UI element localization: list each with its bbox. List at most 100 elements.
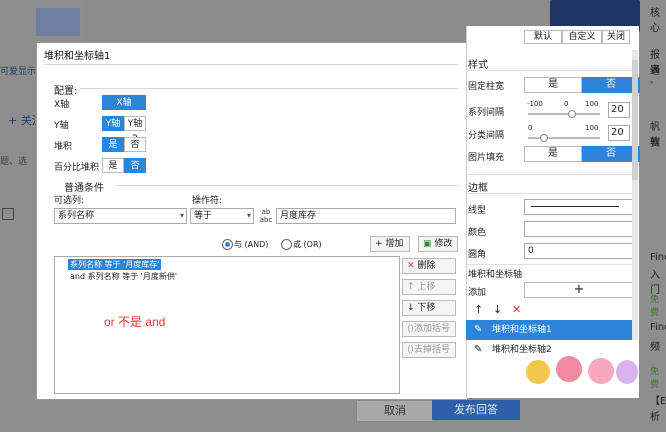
background-text: 析 [650,412,660,423]
percent-yes-option[interactable]: 是 [102,158,124,173]
background-text: 免费 [650,295,660,318]
axis-item-label: 堆积和坐标轴2 [492,345,552,355]
formula-icon[interactable]: ab abc [258,208,274,224]
operator-select-value: 等于 [194,211,213,221]
edit-condition-label: 修改 [434,239,453,249]
stack-no-option[interactable]: 否 [124,137,146,152]
image-fill-label: 图片填充 [468,153,505,163]
and-radio[interactable] [222,239,233,250]
stack-axis-section-title: 堆积和坐标轴 [468,270,523,280]
selectable-columns-label: 可选列: [54,196,85,206]
delete-label: 删除 [417,261,436,271]
background-text: 通 - [650,66,660,88]
image-icon[interactable] [2,208,14,220]
background-text: 题、选 [0,157,28,167]
slider-min-label: 0 [528,124,533,132]
y-axis-option[interactable]: Y轴 [102,116,124,131]
category-gap-input[interactable]: 20 [608,125,630,141]
divider [80,88,458,89]
mascot-icon [588,358,614,384]
remove-bracket-button[interactable]: ⟨⟩去掉括号 [402,342,456,358]
background-thumbnail [36,8,80,36]
add-bracket-button[interactable]: ⟨⟩添加括号 [402,321,456,337]
stack-label: 堆积 [54,142,73,152]
submit-answer-button[interactable]: 发布回答 [432,400,520,420]
close-icon: ✕ [407,261,418,271]
slider-mid-label: 0 [564,100,569,108]
divider [44,64,458,65]
operator-select[interactable]: 等于 ▾ [190,208,254,224]
line-type-label: 线型 [468,206,487,216]
background-text: 【E [650,396,666,407]
fixed-width-yes[interactable]: 是 [524,77,582,93]
image-fill-yes[interactable]: 是 [524,146,582,162]
background-link[interactable]: 可爱显示 [0,64,36,77]
add-axis-button[interactable]: + [524,282,634,298]
percent-stack-label: 百分比堆积 [54,163,100,173]
condition-value-input[interactable]: 月度库存 [276,208,456,224]
x-axis-select[interactable]: X轴 [102,95,146,110]
divider [466,174,638,175]
y-axis2-option[interactable]: Y轴2 [124,116,146,144]
axis-item-1[interactable]: ✎ 堆积和坐标轴1 [466,320,634,340]
stack-yes-option[interactable]: 是 [102,137,124,152]
add-condition-label: 增加 [385,239,404,249]
border-section-title: 边框 [468,183,488,194]
background-text: 频 [650,342,660,353]
add-bracket-label: 添加括号 [414,324,451,334]
chevron-down-icon: ▾ [179,211,184,220]
background-text: 核心 [650,8,660,34]
line-type-select[interactable] [524,199,634,215]
arrow-down-icon: ↓ [407,303,418,313]
close-icon[interactable]: ✕ [512,303,521,316]
background-text: 赛 [650,138,660,149]
or-label: 或 (OR) [293,240,322,249]
move-down-label: 下移 [417,303,436,313]
or-radio[interactable] [281,239,292,250]
remove-bracket-label: 去掉括号 [414,345,451,355]
divider [466,264,638,265]
divider [466,70,638,71]
background-text: 免费 [650,367,660,390]
conditions-label: 普通条件 [64,183,104,194]
tab-default[interactable]: 默认 [524,30,562,44]
tab-custom[interactable]: 自定义 [562,30,602,44]
condition-item[interactable]: and 系列名称 等于 '月度新供' [70,271,177,282]
series-gap-input[interactable]: 20 [608,102,630,118]
x-axis-label: X轴 [54,100,70,110]
condition-item-selected[interactable]: 系列名称 等于 '月度库存' [68,259,162,270]
tab-close[interactable]: 关闭 [602,30,630,44]
arrow-up-icon[interactable]: ↑ [474,303,483,316]
category-gap-slider[interactable] [528,137,600,139]
color-select[interactable] [524,221,634,237]
arrow-down-icon[interactable]: ↓ [493,303,502,316]
slider-handle[interactable] [568,110,576,118]
corner-input[interactable]: 0 [524,243,634,259]
background-text: Fine [650,252,666,263]
edit-condition-button[interactable]: ▣ 修改 [418,236,458,252]
edit-icon: ▣ [423,239,435,249]
scrollbar-thumb[interactable] [632,60,638,180]
axis-item-2[interactable]: ✎ 堆积和坐标轴2 [466,340,634,360]
bracket-icon: ⟨⟩ [407,324,415,334]
series-gap-slider[interactable] [528,113,600,115]
mascot-icon [526,360,550,384]
config-label: 配置: [54,86,78,97]
cancel-button[interactable]: 取消 [356,400,434,422]
fixed-width-label: 固定柱宽 [468,82,505,92]
column-select[interactable]: 系列名称 ▾ [54,208,187,224]
move-up-label: 上移 [417,282,436,292]
move-down-button[interactable]: ↓ 下移 [402,300,456,316]
move-up-button[interactable]: ↑ 上移 [402,279,456,295]
percent-no-option[interactable]: 否 [124,158,146,173]
column-select-value: 系列名称 [58,211,95,221]
slider-handle[interactable] [540,134,548,142]
top-tab-bar: 默认 自定义 关闭 [470,30,630,44]
operator-label: 操作符: [192,196,223,206]
axis-item-label: 堆积和坐标轴1 [492,325,552,335]
add-condition-button[interactable]: + 增加 [370,236,410,252]
and-label: 与 (AND) [234,240,269,249]
delete-button[interactable]: ✕ 删除 [402,258,456,274]
slider-max-label: 100 [585,100,599,108]
background-footer [36,398,638,432]
